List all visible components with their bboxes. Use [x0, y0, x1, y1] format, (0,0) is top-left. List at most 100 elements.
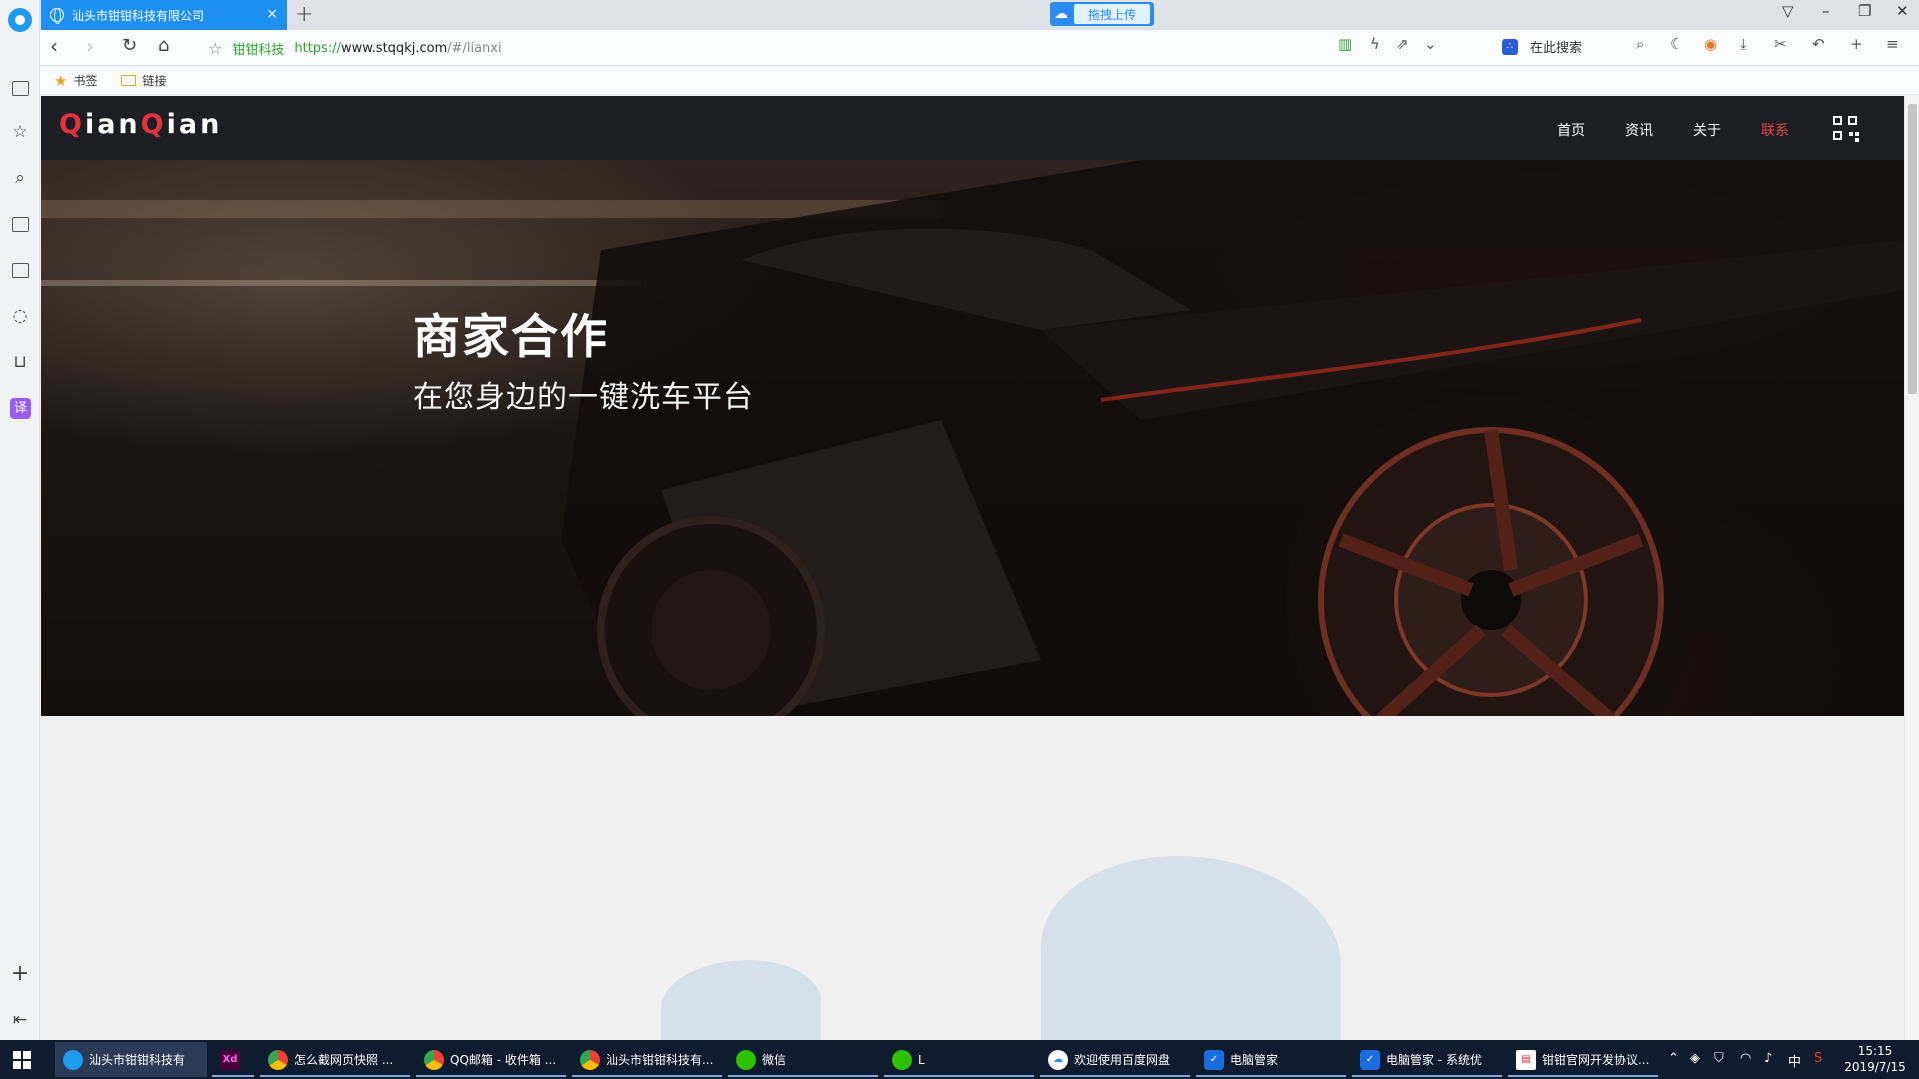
bookmark-item[interactable]: 书签 [73, 72, 97, 89]
taskbar-item[interactable]: QQ邮箱 - 收件箱 ... [416, 1042, 566, 1077]
taskbar-item[interactable]: 汕头市钳钳科技有... [572, 1042, 722, 1077]
refresh-button[interactable]: ↻ [122, 37, 137, 55]
restore-button[interactable]: ❐ [1858, 2, 1871, 20]
chevron-down-icon[interactable]: ⌄ [1424, 37, 1437, 52]
taskbar-item[interactable]: ☁ 欢迎使用百度网盘 [1040, 1042, 1190, 1077]
new-tab-button[interactable]: + [295, 2, 313, 27]
logo-q: Q [140, 109, 167, 140]
search-icon[interactable]: ⌕ [8, 166, 32, 190]
skin-icon[interactable]: ▽ [1782, 2, 1794, 20]
add-icon[interactable]: + [1850, 37, 1863, 52]
night-mode-icon[interactable]: ☾ [1670, 37, 1683, 52]
undo-icon[interactable]: ↶ [1812, 37, 1825, 52]
logo-q: Q [59, 109, 85, 140]
shield-tray-icon[interactable]: ⛉ [1714, 1051, 1724, 1066]
bookmark-item[interactable]: 链接 [142, 72, 166, 89]
search-engine-icon[interactable]: ∴ [1502, 38, 1518, 55]
xd-icon: Xd [220, 1049, 240, 1070]
site-logo[interactable]: QianQian [59, 109, 222, 140]
translate-icon[interactable]: 译 [10, 398, 31, 419]
nav-home[interactable]: 首页 [1557, 120, 1585, 140]
taskbar-item[interactable]: ▤ 钳钳官网开发协议... [1508, 1042, 1658, 1077]
globe-icon [50, 7, 64, 24]
taskbar-item[interactable]: Xd [212, 1042, 254, 1077]
taskbar-item-label: L [918, 1052, 925, 1067]
menu-icon[interactable]: ≡ [1886, 37, 1899, 52]
wechat-icon [892, 1049, 912, 1070]
forward-button[interactable]: › [86, 36, 94, 56]
pc-manager-icon: ✓ [1204, 1049, 1224, 1070]
map-land-shape [1041, 856, 1341, 1040]
wifi-icon[interactable]: ◠ [1740, 1051, 1751, 1066]
close-window-button[interactable]: ✕ [1896, 2, 1909, 20]
taskbar-item[interactable]: 怎么截网页快照 ... [260, 1042, 410, 1077]
collapse-sidebar-icon[interactable]: ⇤ [8, 1008, 32, 1032]
pc-manager-icon: ✓ [1360, 1049, 1380, 1070]
browser-sidebar: ☆ ⌕ ◌ ⊔ 译 + ⇤ [0, 0, 40, 1040]
sogou-ime-icon[interactable]: S [1814, 1051, 1822, 1066]
tab-title: 汕头市钳钳科技有限公司 [72, 8, 205, 23]
system-clock[interactable]: 15:15 2019/7/15 [1840, 1043, 1910, 1075]
scrollbar-thumb[interactable] [1908, 104, 1917, 394]
taskbar-item-label: QQ邮箱 - 收件箱 ... [450, 1053, 557, 1067]
search-icon[interactable]: ⌕ [1636, 37, 1644, 52]
reader-icon[interactable] [8, 76, 32, 100]
nav-contact[interactable]: 联系 [1761, 120, 1789, 140]
share-icon[interactable]: ⇗ [1396, 37, 1409, 52]
reading-mode-icon[interactable]: ▥ [1338, 37, 1352, 52]
logo-text: ian [84, 109, 141, 140]
taskbar-item[interactable]: ✓ 电脑管家 [1196, 1042, 1346, 1077]
bookmark-bar: ★ 书签 链接 [40, 67, 1919, 95]
download-icon[interactable]: ⤓ [1740, 37, 1747, 52]
speed-mode-icon[interactable]: ϟ [1370, 37, 1380, 52]
tab-close-icon[interactable]: × [266, 6, 278, 22]
drag-upload-button[interactable]: ☁ 拖拽上传 [1050, 2, 1154, 26]
taskbar-item-label: 怎么截网页快照 ... [294, 1053, 394, 1067]
add-icon[interactable]: + [8, 962, 32, 986]
taskbar-item[interactable]: 微信 [728, 1042, 878, 1077]
bookmark-star-icon[interactable]: ☆ [208, 39, 222, 58]
map-land-shape [661, 960, 821, 1040]
url-host: www.stqqkj.com [340, 41, 448, 56]
game-icon[interactable]: ◉ [1704, 37, 1717, 52]
search-placeholder: 在此搜索 [1530, 41, 1583, 56]
vertical-scrollbar[interactable] [1904, 96, 1919, 1040]
nav-news[interactable]: 资讯 [1625, 120, 1653, 140]
taskbar-item-label: 电脑管家 - 系统优 [1386, 1053, 1482, 1067]
live-icon[interactable] [8, 258, 32, 282]
taskbar-item[interactable]: ✓ 电脑管家 - 系统优 [1352, 1042, 1502, 1077]
minimize-button[interactable]: – [1822, 2, 1830, 20]
hero-subtitle: 在您身边的一键洗车平台 [413, 380, 754, 415]
search-box[interactable]: ∴ 在此搜索 [1502, 37, 1582, 56]
taskbar-item[interactable]: 汕头市钳钳科技有 [55, 1042, 207, 1077]
taskbar-item-label: 钳钳官网开发协议... [1542, 1053, 1650, 1067]
tab-active[interactable]: 汕头市钳钳科技有限公司 × [41, 0, 287, 30]
logo-text: ian [166, 109, 223, 140]
video-icon[interactable] [8, 212, 32, 236]
cart-icon[interactable]: ⊔ [8, 350, 32, 374]
star-icon: ★ [54, 71, 68, 90]
address-bar[interactable]: ☆ 钳钳科技 https:// www.stqqkj.com /#/lianxi [208, 39, 502, 58]
chat-bubble-icon[interactable]: ◌ [8, 304, 32, 328]
back-button[interactable]: ‹ [50, 36, 58, 56]
ime-indicator[interactable]: 中 [1788, 1051, 1801, 1070]
url-protocol: https:// [294, 41, 341, 56]
qr-code-icon[interactable] [1833, 116, 1859, 142]
browser-icon [63, 1049, 83, 1070]
nav-about[interactable]: 关于 [1693, 120, 1721, 140]
favorites-star-icon[interactable]: ☆ [8, 120, 32, 144]
taskbar: 汕头市钳钳科技有 Xd 怎么截网页快照 ... QQ邮箱 - 收件箱 ... 汕… [0, 1040, 1919, 1079]
screenshot-scissors-icon[interactable]: ✂ [1774, 37, 1787, 52]
show-hidden-icons-icon[interactable]: ⌃ [1668, 1051, 1679, 1066]
cube-tray-icon[interactable]: ◈ [1690, 1051, 1700, 1066]
windows-start-icon[interactable] [13, 1051, 31, 1069]
address-toolbar: ‹ › ↻ ⌂ ☆ 钳钳科技 https:// www.stqqkj.com /… [40, 30, 1919, 66]
home-button[interactable]: ⌂ [158, 37, 169, 55]
browser-logo-icon[interactable] [8, 8, 32, 32]
taskbar-item-label: 电脑管家 [1230, 1053, 1279, 1067]
volume-icon[interactable]: ♪ [1764, 1051, 1772, 1066]
taskbar-item-label: 微信 [762, 1053, 787, 1067]
url-path: /#/lianxi [447, 41, 502, 56]
cloud-icon: ☁ [1054, 6, 1068, 22]
taskbar-item[interactable]: L [884, 1042, 1034, 1077]
